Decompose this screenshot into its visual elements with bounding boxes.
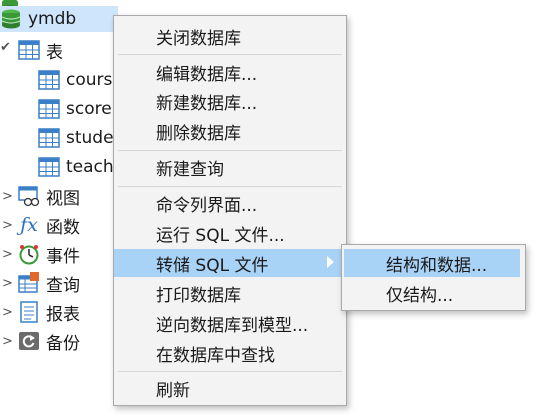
menu-item-new-query[interactable]: 新建查询 xyxy=(114,153,346,181)
tree-item-label: cours xyxy=(66,70,113,90)
tree-item-label: stude xyxy=(66,128,114,148)
clock-icon xyxy=(18,243,40,265)
table-icon xyxy=(38,98,60,120)
menu-item-close-database[interactable]: 关闭数据库 xyxy=(114,22,346,50)
menu-item-label: 删除数据库 xyxy=(156,123,241,144)
menu-item-label: 刷新 xyxy=(156,380,190,401)
table-icon xyxy=(38,69,60,91)
menu-item-find-in-database[interactable]: 在数据库中查找 xyxy=(114,339,346,367)
menu-item-label: 在数据库中查找 xyxy=(156,345,275,366)
menu-separator xyxy=(118,150,342,151)
view-icon xyxy=(18,185,40,207)
function-icon: ƒx xyxy=(20,214,38,236)
tree-item-table[interactable]: cours xyxy=(38,67,112,93)
tree-item-queries[interactable]: 查询 xyxy=(18,270,80,296)
menu-item-label: 仅结构... xyxy=(386,285,454,306)
tree-item-ymdb[interactable]: ymdb xyxy=(0,6,118,32)
menu-item-label: 编辑数据库... xyxy=(156,64,258,85)
tree-item-reports[interactable]: 报表 xyxy=(18,299,80,325)
tree-item-label: 报表 xyxy=(46,304,80,325)
chevron-right-icon[interactable]: > xyxy=(2,247,13,262)
submenu-item-structure-only[interactable]: 仅结构... xyxy=(344,279,520,307)
database-icon xyxy=(0,8,22,30)
menu-item-label: 关闭数据库 xyxy=(156,28,241,49)
query-icon xyxy=(18,272,40,294)
tree-item-label: 视图 xyxy=(46,188,80,209)
report-icon xyxy=(18,301,40,323)
menu-item-run-sql-file[interactable]: 运行 SQL 文件... xyxy=(114,219,346,247)
menu-item-label: 新建查询 xyxy=(156,159,224,180)
tree-item-events[interactable]: 事件 xyxy=(18,241,80,267)
tree-item-label: teach xyxy=(66,157,114,177)
menu-item-label: 转储 SQL 文件 xyxy=(156,255,269,276)
menu-item-label: 结构和数据... xyxy=(386,255,488,276)
menu-item-command-console[interactable]: 命令列界面... xyxy=(114,189,346,217)
tree-item-label: ymdb xyxy=(28,9,77,29)
chevron-right-icon[interactable]: > xyxy=(2,305,13,320)
menu-item-reverse-to-model[interactable]: 逆向数据库到模型... xyxy=(114,309,346,337)
menu-item-label: 运行 SQL 文件... xyxy=(156,225,285,246)
menu-item-delete-database[interactable]: 删除数据库 xyxy=(114,117,346,145)
menu-item-label: 新建数据库... xyxy=(156,93,258,114)
menu-item-label: 打印数据库 xyxy=(156,285,241,306)
menu-item-dump-sql-file[interactable]: 转储 SQL 文件 xyxy=(114,249,346,277)
tree-item-label: 函数 xyxy=(46,217,80,238)
chevron-right-icon[interactable]: > xyxy=(2,189,13,204)
tree-item-label: 备份 xyxy=(46,333,80,354)
menu-item-refresh[interactable]: 刷新 xyxy=(114,374,346,402)
table-icon xyxy=(38,127,60,149)
menu-separator xyxy=(118,371,342,372)
chevron-down-icon[interactable]: ✔ xyxy=(0,40,11,55)
tree-item-functions[interactable]: ƒx 函数 xyxy=(18,212,80,238)
tree-item-label: 查询 xyxy=(46,275,80,296)
chevron-right-icon xyxy=(327,256,334,268)
menu-separator xyxy=(118,186,342,187)
table-icon xyxy=(18,39,40,61)
chevron-right-icon[interactable]: > xyxy=(2,218,13,233)
tree-item-label: 表 xyxy=(46,42,63,63)
tree-item-tables[interactable]: 表 xyxy=(18,37,63,63)
submenu-item-structure-and-data[interactable]: 结构和数据... xyxy=(344,249,520,277)
backup-icon xyxy=(18,330,40,352)
table-icon xyxy=(38,156,60,178)
chevron-right-icon[interactable]: > xyxy=(2,276,13,291)
menu-item-edit-database[interactable]: 编辑数据库... xyxy=(114,58,346,86)
menu-separator xyxy=(118,54,342,55)
menu-item-print-database[interactable]: 打印数据库 xyxy=(114,279,346,307)
tree-item-backups[interactable]: 备份 xyxy=(18,328,80,354)
menu-item-new-database[interactable]: 新建数据库... xyxy=(114,87,346,115)
tree-item-views[interactable]: 视图 xyxy=(18,183,80,209)
tree-item-table[interactable]: score xyxy=(38,96,112,122)
tree-item-label: score xyxy=(66,99,112,119)
tree-item-label: 事件 xyxy=(46,246,80,267)
context-menu: 关闭数据库 编辑数据库... 新建数据库... 删除数据库 新建查询 命令列界面… xyxy=(113,15,347,406)
menu-item-label: 命令列界面... xyxy=(156,195,258,216)
tree-item-table[interactable]: stude xyxy=(38,125,114,151)
submenu-dump-sql: 结构和数据... 仅结构... xyxy=(341,244,526,311)
chevron-right-icon[interactable]: > xyxy=(2,334,13,349)
tree-item-table[interactable]: teach xyxy=(38,154,114,180)
menu-item-label: 逆向数据库到模型... xyxy=(156,315,309,336)
